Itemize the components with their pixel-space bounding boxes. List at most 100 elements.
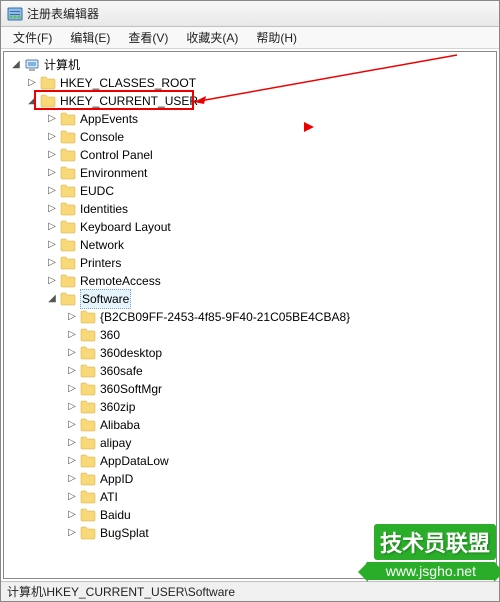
expand-icon[interactable]: ▷ [66, 419, 78, 431]
folder-icon [80, 328, 96, 342]
expand-icon[interactable]: ▷ [46, 185, 58, 197]
window-title: 注册表编辑器 [27, 5, 99, 22]
tree-node[interactable]: ▷ Baidu [6, 506, 494, 524]
folder-icon [40, 76, 56, 90]
folder-icon [60, 274, 76, 288]
tree-node[interactable]: ▷ AppDataLow [6, 452, 494, 470]
tree-node[interactable]: ▷ RemoteAccess [6, 272, 494, 290]
tree-node[interactable]: ▷ Keyboard Layout [6, 218, 494, 236]
expand-icon[interactable]: ▷ [46, 275, 58, 287]
menu-favorites[interactable]: 收藏夹(A) [178, 27, 246, 48]
folder-icon [80, 454, 96, 468]
expand-icon[interactable]: ▷ [66, 491, 78, 503]
node-label: 计算机 [44, 56, 80, 74]
expand-icon[interactable]: ▷ [46, 203, 58, 215]
expand-icon[interactable]: ▷ [66, 347, 78, 359]
regedit-window: 注册表编辑器 文件(F) 编辑(E) 查看(V) 收藏夹(A) 帮助(H) ◢ … [0, 0, 500, 602]
menu-view[interactable]: 查看(V) [120, 27, 176, 48]
node-label: alipay [100, 434, 131, 452]
folder-icon [40, 94, 56, 108]
node-label: HKEY_CLASSES_ROOT [60, 74, 196, 92]
node-label: Printers [80, 254, 121, 272]
expand-icon[interactable]: ▷ [46, 167, 58, 179]
folder-icon [60, 112, 76, 126]
expand-icon[interactable]: ◢ [46, 293, 58, 305]
node-label: ATI [100, 488, 118, 506]
menu-edit[interactable]: 编辑(E) [62, 27, 118, 48]
folder-icon [80, 490, 96, 504]
tree-node[interactable]: ▷360desktop [6, 344, 494, 362]
menu-file[interactable]: 文件(F) [5, 27, 60, 48]
statusbar: 计算机\HKEY_CURRENT_USER\Software [1, 581, 499, 601]
computer-icon [24, 57, 40, 73]
node-label: AppID [100, 470, 133, 488]
node-label: RemoteAccess [80, 272, 161, 290]
node-label: Alibaba [100, 416, 140, 434]
expand-icon[interactable]: ▷ [66, 401, 78, 413]
folder-icon [60, 148, 76, 162]
tree-node[interactable]: ▷ EUDC [6, 182, 494, 200]
node-label: Keyboard Layout [80, 218, 171, 236]
expand-icon[interactable]: ▷ [46, 113, 58, 125]
tree-node[interactable]: ▷ 360safe [6, 362, 494, 380]
collapse-icon[interactable]: ◢ [26, 95, 38, 107]
tree-node[interactable]: ▷ ATI [6, 488, 494, 506]
expand-icon[interactable]: ▷ [26, 77, 38, 89]
node-label: AppEvents [80, 110, 138, 128]
tree-panel: ◢ 计算机 ▷ HKEY_CLASSES_ROOT ◢ HKEY_CURRENT… [3, 51, 497, 579]
tree-node[interactable]: ▷ Printers [6, 254, 494, 272]
folder-icon [60, 220, 76, 234]
expand-icon[interactable]: ▷ [66, 383, 78, 395]
expand-icon[interactable]: ▷ [66, 473, 78, 485]
folder-icon [80, 508, 96, 522]
tree-node[interactable]: ◢Software [6, 290, 494, 308]
tree-node[interactable]: ▷360SoftMgr [6, 380, 494, 398]
expand-icon[interactable]: ▷ [66, 455, 78, 467]
node-label: AppDataLow [100, 452, 169, 470]
expand-icon[interactable]: ▷ [66, 437, 78, 449]
folder-icon [80, 526, 96, 540]
tree-node-hkcr[interactable]: ▷ HKEY_CLASSES_ROOT [6, 74, 494, 92]
tree-node[interactable]: ▷ Alibaba [6, 416, 494, 434]
expand-icon[interactable]: ▷ [46, 221, 58, 233]
folder-icon [80, 436, 96, 450]
node-label: {B2CB09FF-2453-4f85-9F40-21C05BE4CBA8} [100, 308, 350, 326]
tree-node[interactable]: ▷ AppID [6, 470, 494, 488]
node-label: EUDC [80, 182, 114, 200]
tree-node[interactable]: ▷Network [6, 236, 494, 254]
tree-node[interactable]: ▷ AppEvents [6, 110, 494, 128]
titlebar[interactable]: 注册表编辑器 [1, 1, 499, 27]
registry-tree[interactable]: ◢ 计算机 ▷ HKEY_CLASSES_ROOT ◢ HKEY_CURRENT… [4, 52, 496, 546]
tree-node[interactable]: ▷ Control Panel [6, 146, 494, 164]
node-label: 360safe [100, 362, 143, 380]
tree-node[interactable]: ▷360zip [6, 398, 494, 416]
tree-node[interactable]: ▷360 [6, 326, 494, 344]
node-label: Baidu [100, 506, 131, 524]
node-label: Identities [80, 200, 128, 218]
tree-node[interactable]: ▷ {B2CB09FF-2453-4f85-9F40-21C05BE4CBA8} [6, 308, 494, 326]
tree-node[interactable]: ▷ alipay [6, 434, 494, 452]
node-label: Environment [80, 164, 147, 182]
menu-help[interactable]: 帮助(H) [248, 27, 305, 48]
menubar: 文件(F) 编辑(E) 查看(V) 收藏夹(A) 帮助(H) [1, 27, 499, 49]
folder-icon [60, 130, 76, 144]
tree-node-hkcu[interactable]: ◢ HKEY_CURRENT_USER [6, 92, 494, 110]
expand-icon[interactable]: ▷ [66, 311, 78, 323]
expand-icon[interactable]: ◢ [10, 59, 22, 71]
expand-icon[interactable]: ▷ [66, 527, 78, 539]
node-label: Control Panel [80, 146, 153, 164]
tree-node[interactable]: ▷ Environment [6, 164, 494, 182]
expand-icon[interactable]: ▷ [66, 329, 78, 341]
folder-icon [80, 418, 96, 432]
expand-icon[interactable]: ▷ [46, 239, 58, 251]
tree-node[interactable]: ▷ Identities [6, 200, 494, 218]
expand-icon[interactable]: ▷ [46, 149, 58, 161]
tree-node[interactable]: ▷BugSplat [6, 524, 494, 542]
folder-icon [60, 256, 76, 270]
expand-icon[interactable]: ▷ [46, 131, 58, 143]
expand-icon[interactable]: ▷ [46, 257, 58, 269]
tree-node[interactable]: ▷Console [6, 128, 494, 146]
tree-node-computer[interactable]: ◢ 计算机 [6, 56, 494, 74]
expand-icon[interactable]: ▷ [66, 365, 78, 377]
expand-icon[interactable]: ▷ [66, 509, 78, 521]
